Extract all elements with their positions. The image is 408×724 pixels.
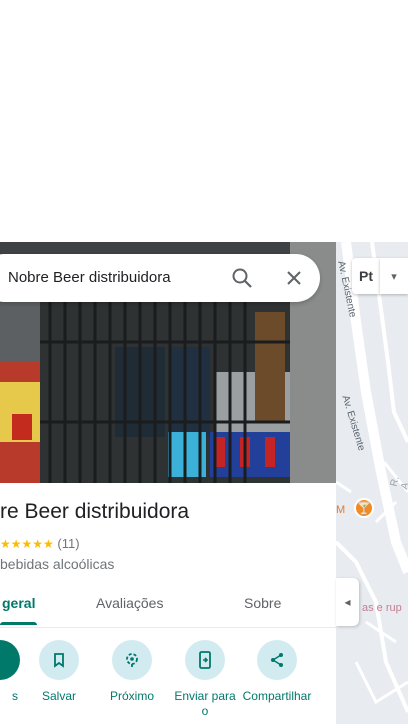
- chevron-down-icon[interactable]: ▾: [380, 258, 408, 294]
- blank-area: [0, 0, 408, 242]
- search-icon[interactable]: [230, 266, 254, 290]
- search-box[interactable]: Nobre Beer distribuidora: [0, 254, 320, 302]
- save-button[interactable]: Salvar: [24, 640, 94, 704]
- review-count[interactable]: (11): [57, 536, 79, 551]
- search-input[interactable]: Nobre Beer distribuidora: [8, 269, 171, 286]
- tab-indicator: [0, 622, 37, 625]
- place-category[interactable]: bebidas alcoólicas: [0, 556, 114, 572]
- bookmark-icon: [39, 640, 79, 680]
- send-to-phone-button[interactable]: Enviar para o: [170, 640, 240, 719]
- layer-label: Pt: [359, 268, 373, 284]
- place-title: re Beer distribuidora: [0, 500, 190, 523]
- tab-about[interactable]: Sobre: [244, 595, 281, 611]
- poi-label-partial: as e rup: [362, 602, 402, 614]
- send-to-phone-icon: [185, 640, 225, 680]
- action-bar: s Salvar Próximo Enviar para o Compartil…: [0, 640, 336, 724]
- map-view[interactable]: Av. Existente Av. Existente R. A M 🍸 as …: [336, 242, 408, 724]
- tab-bar: geral Avaliações Sobre: [0, 582, 336, 628]
- bar-poi-icon[interactable]: 🍸: [354, 498, 374, 518]
- nearby-button[interactable]: Próximo: [97, 640, 167, 704]
- directions-icon: [0, 640, 20, 680]
- rating-row[interactable]: ★★★★★ (11): [0, 536, 80, 551]
- poi-label-partial: M: [336, 504, 346, 516]
- tab-reviews[interactable]: Avaliações: [96, 595, 163, 611]
- tab-overview[interactable]: geral: [2, 595, 35, 611]
- star-rating-icon: ★★★★★: [0, 537, 54, 551]
- action-label: Próximo: [109, 689, 154, 703]
- collapse-panel-button[interactable]: ◂: [336, 578, 359, 626]
- nearby-icon: [112, 640, 152, 680]
- share-icon: [257, 640, 297, 680]
- map-layer-button[interactable]: Pt: [352, 258, 380, 294]
- action-label: Enviar para o: [174, 689, 236, 718]
- share-button[interactable]: Compartilhar: [242, 640, 312, 704]
- action-label: Salvar: [41, 689, 76, 703]
- close-icon[interactable]: [282, 266, 306, 290]
- chevron-left-icon: ◂: [344, 595, 351, 609]
- action-label: Compartilhar: [242, 689, 312, 703]
